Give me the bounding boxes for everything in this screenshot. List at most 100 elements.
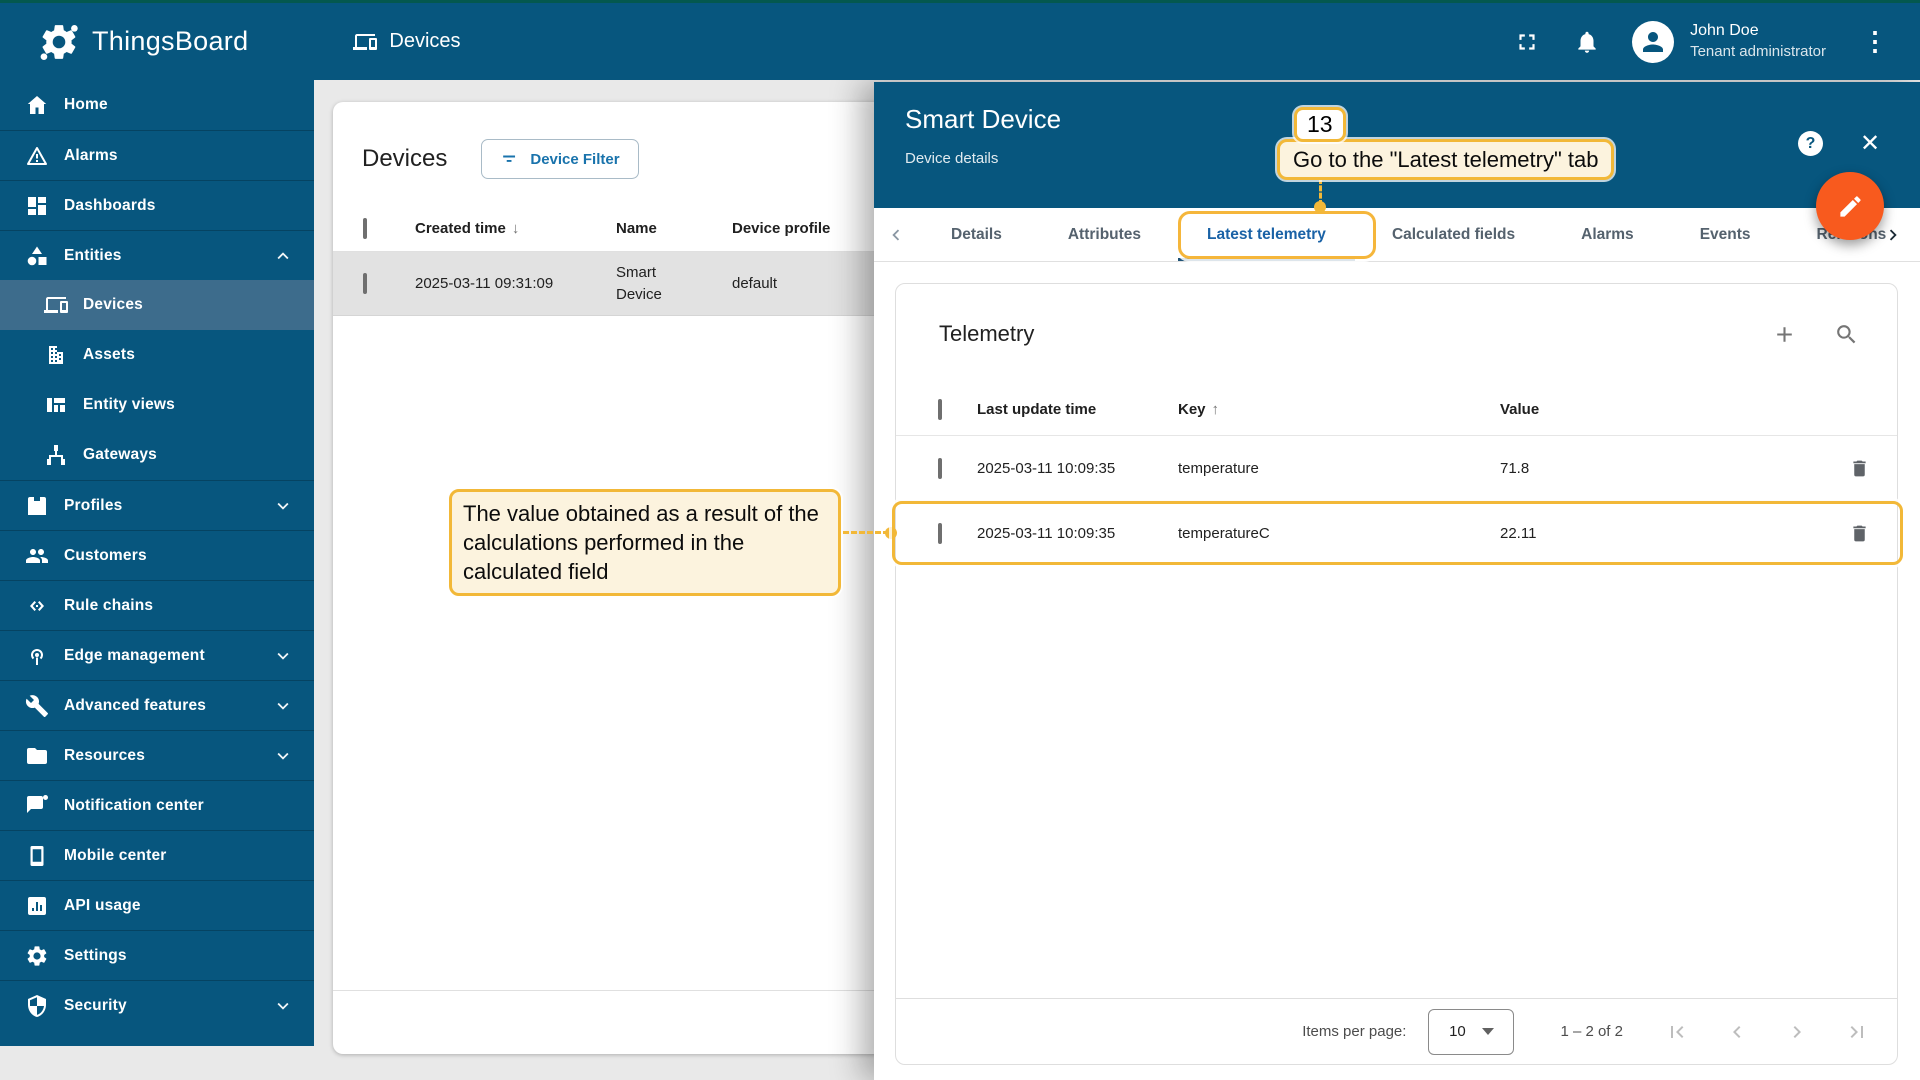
fullscreen-icon[interactable]: [1514, 29, 1540, 55]
last-page-icon[interactable]: [1845, 1020, 1869, 1044]
annotation-connector-dot: [1314, 201, 1326, 213]
device-details-drawer: Smart Device Device details ? ✕ Details …: [874, 82, 1920, 1080]
sidebar-item-customers[interactable]: Customers: [0, 530, 314, 580]
sidebar-item-profiles[interactable]: Profiles: [0, 480, 314, 530]
step-callout: Go to the "Latest telemetry" tab: [1277, 139, 1614, 180]
column-key[interactable]: Key↑: [1178, 401, 1500, 418]
search-icon[interactable]: [1834, 322, 1859, 347]
sidebar-item-label: Dashboards: [64, 197, 156, 215]
sidebar-item-gateways[interactable]: Gateways: [0, 430, 314, 480]
sidebar-item-label: Gateways: [83, 446, 157, 464]
chevron-down-icon: [272, 745, 294, 767]
sidebar-item-security[interactable]: Security: [0, 980, 314, 1030]
breadcrumb: Devices: [353, 30, 460, 54]
chevron-up-icon: [272, 245, 294, 267]
avatar[interactable]: [1632, 21, 1674, 63]
sidebar-item-mobile-center[interactable]: Mobile center: [0, 830, 314, 880]
thingsboard-logo-icon: [38, 21, 80, 63]
tab-attributes[interactable]: Attributes: [1035, 208, 1174, 261]
telemetry-row-temperatureC[interactable]: 2025-03-11 10:09:35 temperatureC 22.11: [896, 501, 1897, 566]
dashboard-icon: [25, 194, 49, 218]
sidebar-item-notification-center[interactable]: Notification center: [0, 780, 314, 830]
tab-details[interactable]: Details: [918, 208, 1035, 261]
sidebar-item-entity-views[interactable]: Entity views: [0, 380, 314, 430]
sidebar-item-resources[interactable]: Resources: [0, 730, 314, 780]
sidebar-item-label: Edge management: [64, 647, 205, 665]
pagination-range: 1 – 2 of 2: [1560, 1023, 1623, 1040]
page-size-value: 10: [1449, 1023, 1466, 1040]
previous-page-icon[interactable]: [1725, 1020, 1749, 1044]
thingsboard-logo[interactable]: ThingsBoard: [38, 21, 248, 63]
page-title: Devices: [389, 30, 460, 53]
items-per-page-label: Items per page:: [1302, 1023, 1406, 1040]
edit-fab-button[interactable]: [1816, 172, 1884, 240]
telemetry-table-header: Last update time Key↑ Value: [896, 384, 1897, 436]
kebab-menu-icon[interactable]: ⋮: [1856, 26, 1894, 57]
add-telemetry-icon[interactable]: [1772, 322, 1797, 347]
first-page-icon[interactable]: [1665, 1020, 1689, 1044]
close-icon[interactable]: ✕: [1857, 130, 1883, 156]
delete-trash-icon[interactable]: [1849, 458, 1870, 479]
select-all-checkbox[interactable]: [938, 399, 942, 420]
drawer-tab-bar: Details Attributes Latest telemetry Calc…: [874, 208, 1920, 262]
sidebar-item-settings[interactable]: Settings: [0, 930, 314, 980]
sidebar-item-advanced-features[interactable]: Advanced features: [0, 680, 314, 730]
items-per-page-select[interactable]: 10: [1428, 1009, 1514, 1055]
delete-trash-icon[interactable]: [1849, 523, 1870, 544]
help-icon[interactable]: ?: [1798, 131, 1823, 156]
sidebar-item-label: Assets: [83, 346, 135, 364]
next-page-icon[interactable]: [1785, 1020, 1809, 1044]
chevron-down-icon: [272, 645, 294, 667]
telemetry-row-temperature[interactable]: 2025-03-11 10:09:35 temperature 71.8: [896, 436, 1897, 501]
devices-icon: [353, 30, 377, 54]
column-value[interactable]: Value: [1500, 401, 1827, 418]
devices-card-header: Devices Device Filter: [333, 102, 890, 206]
row-checkbox[interactable]: [938, 523, 942, 544]
chevron-down-icon: [1482, 1028, 1494, 1035]
sort-asc-icon: ↑: [1212, 401, 1220, 418]
tab-latest-telemetry[interactable]: Latest telemetry: [1174, 208, 1359, 261]
devices-icon: [44, 293, 68, 317]
telemetry-time: 2025-03-11 10:09:35: [977, 525, 1178, 542]
row-checkbox[interactable]: [363, 273, 367, 294]
sidebar-item-home[interactable]: Home: [0, 80, 314, 130]
sidebar-item-label: Customers: [64, 547, 147, 565]
device-name: Smart Device: [616, 262, 674, 306]
sidebar-item-label: Resources: [64, 747, 145, 765]
sidebar-item-label: Devices: [83, 296, 143, 314]
user-info[interactable]: John Doe Tenant administrator: [1690, 21, 1826, 61]
notifications-bell-icon[interactable]: [1574, 29, 1600, 55]
column-device-profile[interactable]: Device profile: [732, 220, 890, 237]
column-last-update-time[interactable]: Last update time: [977, 401, 1178, 418]
sidebar-item-edge-management[interactable]: Edge management: [0, 630, 314, 680]
select-all-checkbox[interactable]: [363, 218, 367, 239]
sidebar-item-dashboards[interactable]: Dashboards: [0, 180, 314, 230]
sidebar-item-entities[interactable]: Entities: [0, 230, 314, 280]
sidebar-item-api-usage[interactable]: API usage: [0, 880, 314, 930]
device-profile: default: [732, 275, 890, 292]
column-created-time[interactable]: Created time↓: [415, 220, 616, 237]
devices-table-footer: [333, 990, 890, 1054]
sidebar-item-alarms[interactable]: Alarms: [0, 130, 314, 180]
tabs-scroll-left-icon[interactable]: [874, 208, 918, 261]
tab-calculated-fields[interactable]: Calculated fields: [1359, 208, 1548, 261]
sidebar-item-assets[interactable]: Assets: [0, 330, 314, 380]
tab-events[interactable]: Events: [1667, 208, 1784, 261]
telemetry-card-header: Telemetry: [896, 284, 1897, 384]
sidebar-item-label: Settings: [64, 947, 127, 965]
sidebar-item-label: Home: [64, 96, 108, 114]
sidebar-item-label: Entity views: [83, 396, 175, 414]
column-name[interactable]: Name: [616, 220, 732, 237]
sidebar-item-label: Security: [64, 997, 127, 1015]
devices-card-title: Devices: [362, 145, 447, 173]
thingsboard-app: ThingsBoard Devices John Doe Tenant admi…: [0, 0, 1920, 1080]
sidebar-item-label: API usage: [64, 897, 141, 915]
device-filter-button[interactable]: Device Filter: [481, 139, 638, 179]
row-checkbox[interactable]: [938, 458, 942, 479]
telemetry-title: Telemetry: [939, 321, 1034, 347]
sidebar-item-devices[interactable]: Devices: [0, 280, 314, 330]
tab-alarms[interactable]: Alarms: [1548, 208, 1667, 261]
sidebar-item-label: Notification center: [64, 797, 204, 815]
device-table-row[interactable]: 2025-03-11 09:31:09 Smart Device default: [333, 252, 890, 316]
sidebar-item-rule-chains[interactable]: Rule chains: [0, 580, 314, 630]
